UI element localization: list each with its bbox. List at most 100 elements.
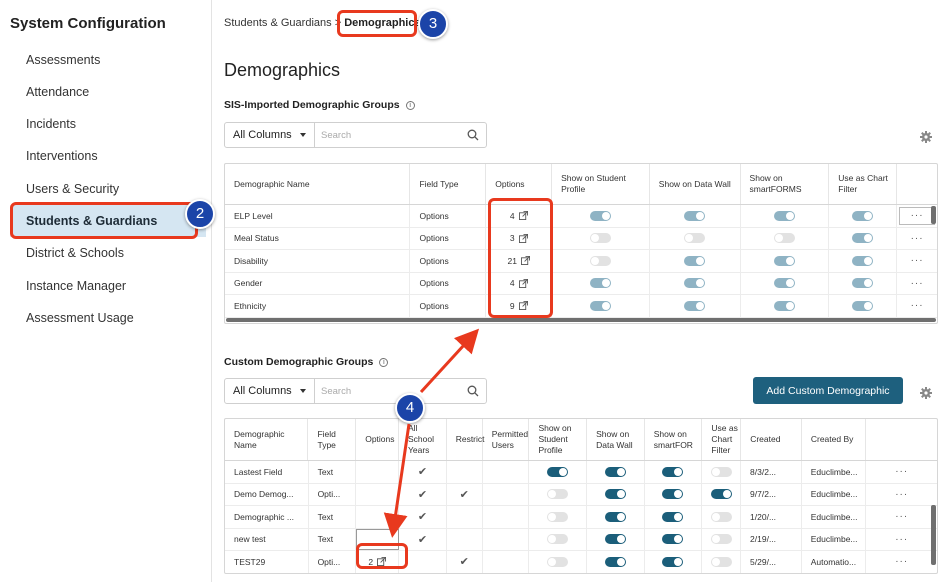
- table-row[interactable]: Ethnicity Options 9 ···: [225, 295, 937, 318]
- toggle-switch[interactable]: [589, 278, 611, 289]
- sidebar-item-district-schools[interactable]: District & Schools: [10, 237, 206, 269]
- column-header[interactable]: Restrict: [447, 419, 485, 460]
- toggle-switch[interactable]: [773, 300, 795, 311]
- toggle-switch[interactable]: [684, 300, 706, 311]
- toggle-switch[interactable]: [604, 466, 626, 477]
- options-cell[interactable]: [356, 506, 400, 528]
- gear-icon[interactable]: [920, 130, 932, 143]
- breadcrumb-parent[interactable]: Students & Guardians: [224, 17, 332, 29]
- toggle-switch[interactable]: [852, 300, 874, 311]
- toggle-switch[interactable]: [604, 534, 626, 545]
- toggle-switch[interactable]: [710, 466, 732, 477]
- vertical-scrollbar[interactable]: [931, 505, 936, 565]
- column-header[interactable]: Use as Chart Filter: [702, 419, 742, 460]
- column-header[interactable]: Demographic Name: [225, 164, 411, 204]
- more-menu[interactable]: ···: [897, 295, 937, 317]
- sidebar-item-incidents[interactable]: Incidents: [10, 108, 206, 140]
- column-header[interactable]: Show on Student Profile: [529, 419, 588, 460]
- info-icon[interactable]: i: [405, 100, 415, 110]
- toggle-switch[interactable]: [604, 489, 626, 500]
- column-header[interactable]: Permitted Users: [483, 419, 530, 460]
- more-menu[interactable]: ···: [897, 250, 937, 272]
- toggle-switch[interactable]: [710, 489, 732, 500]
- toggle-switch[interactable]: [604, 556, 626, 567]
- table-row[interactable]: ELP Level Options 4 ···: [225, 205, 937, 228]
- column-header[interactable]: Show on Data Wall: [587, 419, 645, 460]
- sidebar-item-interventions[interactable]: Interventions: [10, 140, 206, 172]
- table-row[interactable]: Demo Demog... Opti... ✔ ✔ 9/7/2... Educl…: [225, 483, 937, 506]
- table-row[interactable]: Demographic ... Text ✔ 1/20/... Educlimb…: [225, 506, 937, 529]
- sidebar-item-instance-manager[interactable]: Instance Manager: [10, 270, 206, 302]
- toggle-switch[interactable]: [710, 511, 732, 522]
- toggle-switch[interactable]: [547, 511, 569, 522]
- toggle-switch[interactable]: [662, 466, 684, 477]
- toggle-switch[interactable]: [589, 255, 611, 266]
- toggle-switch[interactable]: [662, 534, 684, 545]
- toggle-switch[interactable]: [852, 255, 874, 266]
- column-header[interactable]: Show on smartFOR: [645, 419, 703, 460]
- horizontal-scrollbar[interactable]: [226, 318, 936, 322]
- column-header[interactable]: Field Type: [410, 164, 487, 204]
- toggle-switch[interactable]: [684, 233, 706, 244]
- table-row[interactable]: Lastest Field Text ✔ 8/3/2... Educlimbe.…: [225, 461, 937, 484]
- info-icon[interactable]: i: [379, 357, 389, 367]
- column-header[interactable]: Use as Chart Filter: [829, 164, 898, 204]
- sidebar-item-attendance[interactable]: Attendance: [10, 76, 206, 108]
- column-header[interactable]: Options: [356, 419, 399, 460]
- toggle-switch[interactable]: [773, 210, 795, 221]
- toggle-switch[interactable]: [589, 210, 611, 221]
- custom-search-input[interactable]: [315, 379, 460, 403]
- more-menu[interactable]: ···: [897, 228, 937, 250]
- vertical-scrollbar[interactable]: [931, 206, 936, 224]
- table-row[interactable]: Meal Status Options 3 ···: [225, 227, 937, 250]
- sidebar-item-assessments[interactable]: Assessments: [10, 44, 206, 76]
- table-row[interactable]: new test Text ✔ 2/19/... Educlimbe... ··…: [225, 528, 937, 551]
- toggle-switch[interactable]: [684, 278, 706, 289]
- table-row[interactable]: TEST29 Opti... 2 ✔ 5/29/... Automatio...…: [225, 551, 937, 573]
- toggle-switch[interactable]: [710, 556, 732, 567]
- toggle-switch[interactable]: [547, 534, 569, 545]
- table-row[interactable]: Disability Options 21 ···: [225, 250, 937, 273]
- toggle-switch[interactable]: [547, 489, 569, 500]
- more-menu[interactable]: ···: [866, 506, 937, 528]
- column-header[interactable]: All School Years: [399, 419, 447, 460]
- column-header[interactable]: Created By: [802, 419, 867, 460]
- more-menu[interactable]: ···: [866, 461, 937, 483]
- toggle-switch[interactable]: [547, 466, 569, 477]
- add-custom-demographic-button[interactable]: Add Custom Demographic: [753, 377, 903, 404]
- column-header[interactable]: Show on smartFORMS: [741, 164, 830, 204]
- custom-column-select[interactable]: All Columns: [225, 379, 315, 403]
- column-header[interactable]: Demographic Name: [225, 419, 309, 460]
- sis-search-input[interactable]: [315, 123, 460, 147]
- toggle-switch[interactable]: [662, 556, 684, 567]
- sidebar-item-users-security[interactable]: Users & Security: [10, 173, 206, 205]
- more-menu[interactable]: ···: [866, 484, 937, 506]
- toggle-switch[interactable]: [662, 489, 684, 500]
- toggle-switch[interactable]: [852, 210, 874, 221]
- column-header[interactable]: Created: [741, 419, 802, 460]
- toggle-switch[interactable]: [773, 255, 795, 266]
- toggle-switch[interactable]: [662, 511, 684, 522]
- toggle-switch[interactable]: [852, 278, 874, 289]
- gear-icon[interactable]: [920, 386, 932, 399]
- sidebar-item-assessment-usage[interactable]: Assessment Usage: [10, 302, 206, 334]
- toggle-switch[interactable]: [852, 233, 874, 244]
- toggle-switch[interactable]: [773, 233, 795, 244]
- column-header[interactable]: Show on Data Wall: [650, 164, 741, 204]
- more-menu[interactable]: ···: [866, 551, 937, 573]
- toggle-switch[interactable]: [710, 534, 732, 545]
- toggle-switch[interactable]: [773, 278, 795, 289]
- options-cell[interactable]: [356, 461, 400, 483]
- column-header[interactable]: Field Type: [308, 419, 357, 460]
- search-icon[interactable]: [460, 123, 486, 147]
- more-menu[interactable]: ···: [866, 529, 937, 551]
- more-menu[interactable]: ···: [897, 273, 937, 295]
- column-header[interactable]: Show on Student Profile: [552, 164, 650, 204]
- search-icon[interactable]: [460, 379, 486, 403]
- toggle-switch[interactable]: [589, 233, 611, 244]
- sis-column-select[interactable]: All Columns: [225, 123, 315, 147]
- toggle-switch[interactable]: [684, 210, 706, 221]
- toggle-switch[interactable]: [547, 556, 569, 567]
- options-cell[interactable]: [356, 483, 400, 505]
- toggle-switch[interactable]: [604, 511, 626, 522]
